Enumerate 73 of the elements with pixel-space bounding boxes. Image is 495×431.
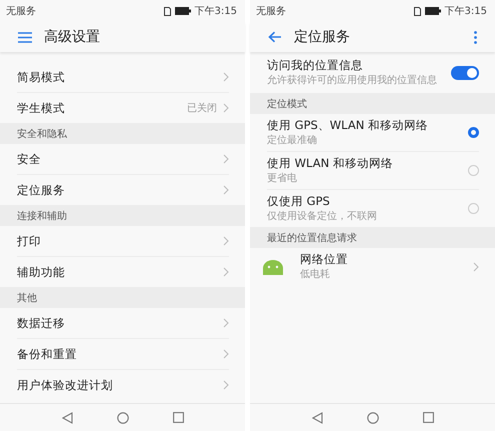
carrier-text: 无服务 (6, 5, 36, 18)
chevron-icon (223, 318, 229, 328)
chevron-icon (473, 262, 479, 272)
radio-button[interactable] (468, 127, 479, 138)
section-header: 其他 (0, 287, 245, 308)
screen-title: 高级设置 (44, 28, 101, 46)
recent-apps-icon[interactable] (172, 412, 184, 423)
battery-icon (174, 7, 191, 15)
item-title: 备份和重置 (17, 346, 78, 362)
chevron-icon (223, 380, 229, 390)
list-item[interactable]: 数据迁移 (17, 308, 229, 339)
list-item[interactable]: 网络位置 低电耗 (262, 248, 479, 285)
list-item[interactable]: 用户体验改进计划 (17, 370, 229, 400)
chevron-icon (223, 267, 229, 277)
chevron-icon (223, 236, 229, 246)
item-subtitle: 低电耗 (300, 268, 331, 281)
chevron-icon (223, 185, 229, 195)
section-header: 安全和隐私 (0, 123, 245, 144)
radio-button[interactable] (468, 165, 479, 176)
item-subtitle: 允许获得许可的应用使用我的位置信息 (267, 74, 438, 87)
recent-apps-icon[interactable] (422, 412, 434, 423)
list-item[interactable]: 学生模式 已关闭 (17, 93, 229, 123)
home-icon[interactable] (366, 412, 378, 424)
home-icon[interactable] (116, 412, 128, 424)
item-title: 数据迁移 (17, 316, 66, 330)
robot-app-icon (262, 258, 284, 274)
section-header: 连接和辅助 (0, 205, 245, 226)
item-subtitle: 定位最准确 (267, 134, 318, 147)
list-item[interactable]: 备份和重置 (17, 339, 229, 370)
more-options-icon[interactable] (474, 30, 477, 44)
list-item[interactable]: 访问我的位置信息 允许获得许可的应用使用我的位置信息 (267, 52, 479, 93)
item-title: 使用 WLAN 和移动网络 (267, 156, 394, 171)
item-title: 仅使用 GPS (267, 194, 331, 209)
list-item[interactable]: 简易模式 (17, 62, 229, 93)
list-item[interactable]: 辅助功能 (17, 257, 229, 287)
list-item[interactable]: 定位服务 (17, 175, 229, 205)
chevron-icon (223, 349, 229, 359)
item-value: 已关闭 (187, 102, 217, 115)
item-title: 学生模式 (17, 100, 66, 116)
item-title: 打印 (17, 234, 42, 248)
item-subtitle: 更省电 (267, 172, 298, 185)
item-title: 访问我的位置信息 (267, 58, 364, 73)
item-title: 定位服务 (17, 182, 66, 198)
section-header: 定位模式 (250, 93, 495, 114)
chevron-icon (223, 103, 229, 113)
clock-time: 下午3:15 (444, 5, 487, 18)
screen-title: 定位服务 (294, 28, 351, 46)
list-item[interactable]: 仅使用 GPS 仅使用设备定位，不联网 (267, 190, 479, 227)
list-item[interactable]: 安全 (17, 144, 229, 175)
item-title: 安全 (17, 152, 42, 166)
battery-icon (424, 7, 441, 15)
sim-card-icon (414, 6, 421, 16)
menu-icon[interactable] (18, 32, 32, 42)
item-title: 辅助功能 (17, 264, 66, 280)
chevron-icon (223, 154, 229, 164)
item-subtitle: 仅使用设备定位，不联网 (267, 210, 378, 223)
section-header: 最近的位置信息请求 (250, 227, 495, 248)
item-title: 用户体验改进计划 (17, 378, 114, 392)
chevron-icon (223, 72, 229, 82)
back-icon[interactable] (312, 412, 322, 424)
back-arrow-icon[interactable] (268, 31, 282, 43)
toggle-switch[interactable] (451, 66, 479, 80)
item-title: 简易模式 (17, 70, 66, 84)
list-item[interactable]: 使用 GPS、WLAN 和移动网络 定位最准确 (267, 114, 479, 152)
back-icon[interactable] (62, 412, 72, 424)
radio-button[interactable] (468, 203, 479, 214)
sim-card-icon (164, 6, 171, 16)
carrier-text: 无服务 (256, 5, 286, 18)
clock-time: 下午3:15 (194, 5, 237, 18)
list-item[interactable]: 打印 (17, 226, 229, 257)
list-item[interactable]: 使用 WLAN 和移动网络 更省电 (267, 152, 479, 190)
item-title: 网络位置 (300, 252, 349, 267)
item-title: 使用 GPS、WLAN 和移动网络 (267, 118, 429, 133)
